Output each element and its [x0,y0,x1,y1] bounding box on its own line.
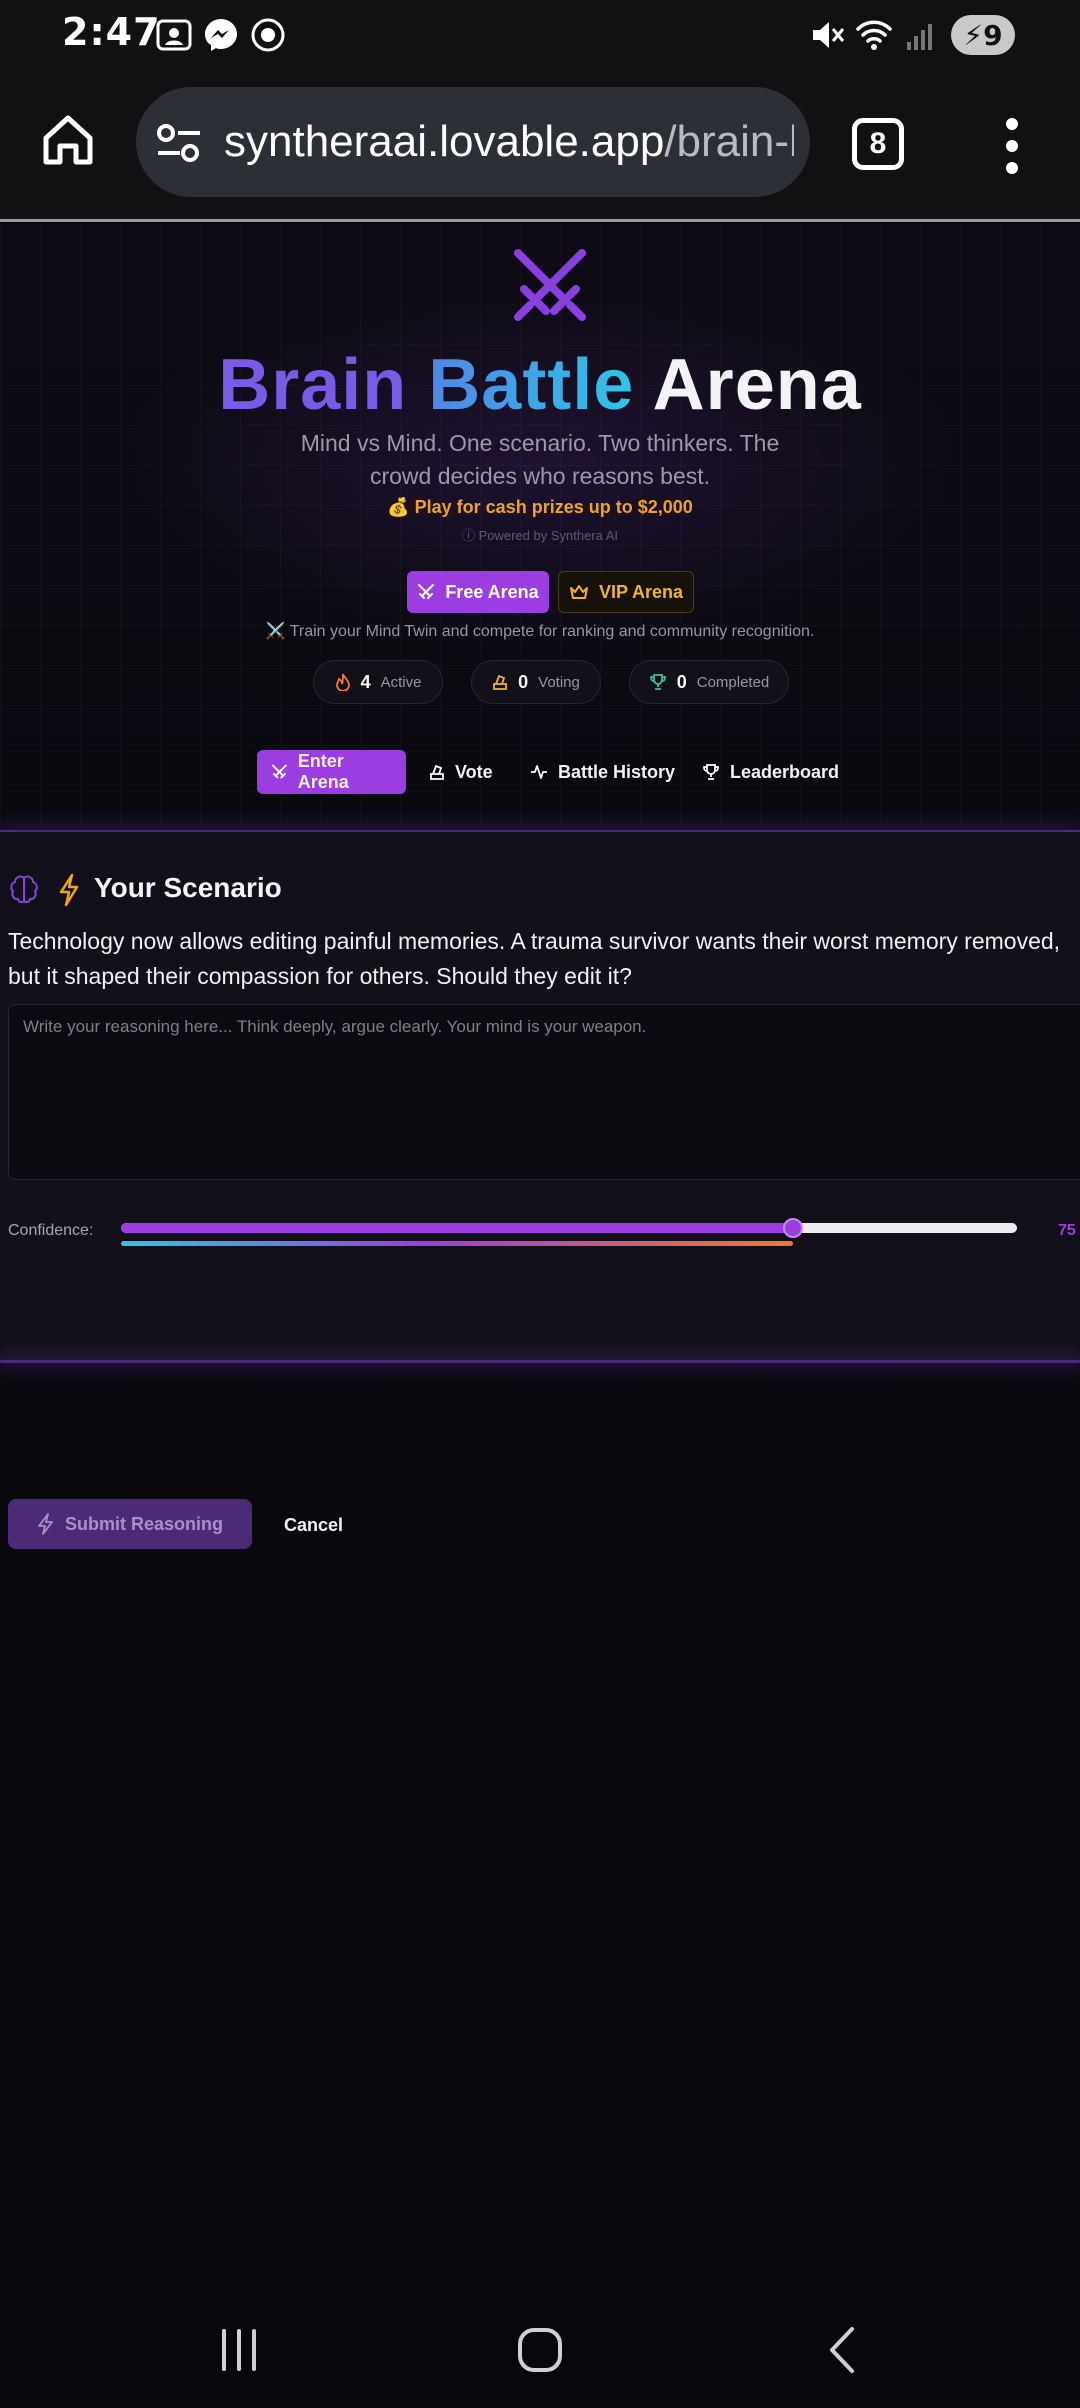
powered-by: ⓘ Powered by Synthera AI [461,528,619,543]
tab-switcher-button[interactable]: 8 [852,118,904,170]
completed-count: 0 [676,671,687,692]
scenario-title: Your Scenario [94,872,282,903]
vip-arena-button[interactable]: VIP Arena [558,571,694,613]
site-settings-icon[interactable] [156,123,202,163]
status-time: 2:47 [62,10,161,54]
home-nav-icon[interactable] [515,2325,565,2375]
crossed-swords-icon [514,249,586,321]
title-brain: Brain [218,345,408,425]
free-arena-button[interactable]: Free Arena [407,571,549,613]
url-path: /brain-battle [664,117,794,166]
ballot-icon [493,674,508,690]
confidence-label: Confidence: [8,1222,94,1239]
voting-label: Voting [538,673,580,691]
submit-reasoning-button[interactable]: Submit Reasoning [8,1499,252,1549]
tab-vote-label: Vote [455,761,493,782]
status-bar: 2:47 ⚡ 9 [0,0,1080,70]
cancel-button[interactable]: Cancel [284,1515,343,1536]
signal-icon [907,24,932,50]
mute-icon [813,22,845,48]
voting-count: 0 [518,671,529,692]
crown-icon [569,585,588,599]
lightning-icon [59,874,79,906]
confidence-slider-thumb[interactable] [783,1218,803,1238]
brain-icon [10,875,38,904]
tab-count: 8 [869,127,887,160]
flame-icon [335,673,350,691]
scenario-prompt: Technology now allows editing painful me… [8,928,1061,989]
title-arena: Arena [652,345,862,425]
browser-toolbar: syntheraai.lovable.app/brain-battle 8 [0,70,1080,222]
system-navigation-bar [0,2295,1080,2408]
train-note: ⚔️ Train your Mind Twin and compete for … [265,623,815,640]
vip-arena-label: VIP Arena [598,581,684,602]
tab-enter-arena-label: Enter Arena [297,751,349,792]
battery-level: 9 [983,18,1003,52]
scenario-card: Your Scenario Technology now allows edit… [0,832,1080,1549]
hero-subtitle: Mind vs Mind. One scenario. Two thinkers… [300,430,780,489]
prize-banner: 💰 Play for cash prizes up to $2,000 [387,497,693,517]
completed-label: Completed [696,673,770,691]
activity-icon [531,765,547,779]
stat-active: 4 Active [313,660,443,704]
trophy-icon [703,764,719,780]
url-text: syntheraai.lovable.app/brain-battle [224,117,794,167]
tab-leaderboard[interactable]: Leaderboard [688,750,853,794]
stat-completed: 0 Completed [629,660,789,704]
record-icon [251,18,285,52]
swords-icon [271,764,287,779]
home-icon[interactable] [40,112,96,168]
stat-voting: 0 Voting [471,660,601,704]
tab-battle-history-label: Battle History [558,761,676,782]
ballot-icon [430,764,444,780]
active-label: Active [380,673,422,691]
trophy-icon [649,674,666,690]
tab-leaderboard-label: Leaderboard [730,761,840,782]
submit-reasoning-label: Submit Reasoning [64,1513,223,1534]
page-title: Brain Battle Arena [0,340,1080,430]
recent-apps-icon[interactable] [214,2325,264,2375]
url-domain: syntheraai.lovable.app [224,117,665,166]
active-count: 4 [360,671,371,692]
back-icon[interactable] [818,2325,868,2375]
free-arena-label: Free Arena [445,581,539,602]
page-content: Brain Battle Arena Mind vs Mind. One sce… [0,225,1080,2295]
tab-battle-history[interactable]: Battle History [516,750,689,794]
messenger-icon [205,19,237,51]
confidence-meter [121,1241,793,1246]
confidence-slider-fill [121,1223,793,1233]
reasoning-input[interactable] [8,1004,1080,1180]
wifi-icon [856,20,892,50]
lightning-icon [38,1513,53,1535]
tab-enter-arena[interactable]: Enter Arena [257,750,406,794]
more-menu-icon[interactable] [998,116,1026,176]
title-battle: Battle [428,345,635,425]
tab-vote[interactable]: Vote [415,750,507,794]
swords-icon [418,584,435,599]
battery-icon: ⚡ 9 [951,15,1015,55]
screenshot-icon [156,19,192,51]
section-divider-bottom [0,1360,1080,1363]
confidence-value: 75 [1058,1222,1076,1239]
confidence-slider[interactable] [121,1218,1017,1238]
address-bar[interactable]: syntheraai.lovable.app/brain-battle [136,87,810,197]
